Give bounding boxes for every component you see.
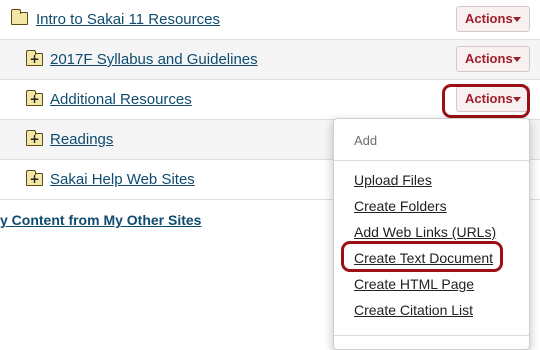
copy-content-link[interactable]: y Content from My Other Sites [0,212,201,228]
resource-row: + Additional Resources Actions [0,80,540,120]
actions-label: Actions [465,51,513,66]
menu-item-create-text-document[interactable]: Create Text Document [354,250,493,266]
resource-row: + 2017F Syllabus and Guidelines Actions [0,40,540,80]
menu-item-create-citation-list[interactable]: Create Citation List [354,302,473,318]
folder-expand-icon[interactable]: + [26,90,43,106]
menu-item-create-folders[interactable]: Create Folders [354,198,447,214]
folder-link-readings[interactable]: Readings [50,131,113,148]
caret-down-icon [513,57,521,62]
actions-label: Actions [465,91,513,106]
resource-row: Intro to Sakai 11 Resources Actions [0,0,540,40]
folder-expand-icon[interactable]: + [26,130,43,146]
actions-dropdown-menu: Add Upload Files Create Folders Add Web … [333,118,530,350]
menu-item-add-web-links[interactable]: Add Web Links (URLs) [354,224,496,240]
menu-divider [334,335,529,336]
menu-header-add: Add [354,133,378,148]
actions-button-open[interactable]: Actions [456,86,530,112]
folder-icon[interactable] [11,9,28,25]
folder-link-additional[interactable]: Additional Resources [50,91,192,108]
folder-link-syllabus[interactable]: 2017F Syllabus and Guidelines [50,51,258,68]
folder-expand-icon[interactable]: + [26,170,43,186]
folder-link-intro[interactable]: Intro to Sakai 11 Resources [36,11,220,28]
actions-button[interactable]: Actions [456,46,530,72]
caret-down-icon [513,97,521,102]
caret-down-icon [513,17,521,22]
folder-expand-icon[interactable]: + [26,50,43,66]
menu-divider [334,160,529,161]
menu-item-create-html-page[interactable]: Create HTML Page [354,276,474,292]
actions-label: Actions [465,11,513,26]
menu-item-upload-files[interactable]: Upload Files [354,172,432,188]
folder-link-help[interactable]: Sakai Help Web Sites [50,171,195,188]
actions-button[interactable]: Actions [456,6,530,32]
